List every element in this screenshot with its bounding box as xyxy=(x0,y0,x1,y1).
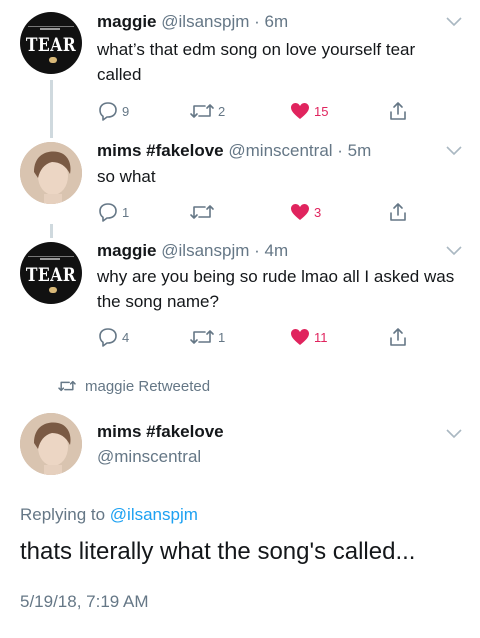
heart-icon xyxy=(291,204,309,220)
retweet-banner[interactable]: maggie Retweeted xyxy=(57,376,210,396)
retweet-count: 2 xyxy=(218,103,226,119)
timestamp[interactable]: 5/19/18, 7:19 AM xyxy=(20,592,149,612)
main-tweet-handle[interactable]: @minscentral xyxy=(97,446,201,468)
retweet-icon xyxy=(58,380,76,392)
replying-to: Replying to @ilsanspjm xyxy=(20,505,198,525)
handle[interactable]: @minscentral xyxy=(228,141,332,160)
like-button[interactable]: 15 xyxy=(289,100,328,122)
display-name[interactable]: maggie xyxy=(97,12,157,31)
reply-button[interactable]: 4 xyxy=(97,326,129,348)
thread-line xyxy=(50,224,53,238)
share-button[interactable] xyxy=(387,201,409,223)
retweet-button[interactable] xyxy=(189,201,218,223)
separator: · xyxy=(332,141,348,160)
display-name[interactable]: mims #fakelove xyxy=(97,422,224,441)
avatar[interactable]: TEAR xyxy=(20,242,82,304)
tweet-actions: 1 3 xyxy=(97,201,427,225)
share-button[interactable] xyxy=(387,100,409,122)
heart-icon xyxy=(291,103,309,119)
tweet-header: maggie @ilsanspjm · 4m xyxy=(97,240,288,262)
share-icon xyxy=(390,328,406,346)
tweet-text: why are you being so rude lmao all I ask… xyxy=(97,267,455,311)
tweet-1[interactable]: TEAR maggie @ilsanspjm · 6m what’s that … xyxy=(0,0,480,138)
avatar-text: TEAR xyxy=(25,34,77,56)
tweet-actions: 9 2 15 xyxy=(97,100,427,124)
tweet-2[interactable]: mims #fakelove @minscentral · 5m so what… xyxy=(0,130,480,230)
avatar[interactable]: TEAR xyxy=(20,12,82,74)
heart-icon xyxy=(291,329,309,345)
handle[interactable]: @ilsanspjm xyxy=(161,12,249,31)
chevron-down-icon[interactable] xyxy=(446,17,462,27)
chevron-down-icon[interactable] xyxy=(446,429,462,439)
avatar[interactable] xyxy=(20,413,82,475)
avatar[interactable] xyxy=(20,142,82,204)
time[interactable]: 4m xyxy=(265,241,289,260)
main-tweet-name[interactable]: mims #fakelove xyxy=(97,421,224,443)
tweet-header: maggie @ilsanspjm · 6m xyxy=(97,11,288,33)
tweet-text: so what xyxy=(97,167,156,186)
reply-button[interactable]: 1 xyxy=(97,201,129,223)
avatar-pet-icon xyxy=(49,287,57,293)
display-name[interactable]: maggie xyxy=(97,241,157,260)
album-art-icon xyxy=(28,26,74,30)
chevron-down-icon[interactable] xyxy=(446,146,462,156)
avatar-pet-icon xyxy=(49,57,57,63)
retweet-count: 1 xyxy=(218,329,226,345)
time[interactable]: 5m xyxy=(348,141,372,160)
tweet-actions: 4 1 11 xyxy=(97,326,427,350)
like-count: 15 xyxy=(314,103,329,119)
reply-count: 4 xyxy=(122,329,130,345)
retweet-icon xyxy=(190,205,214,219)
retweet-icon xyxy=(190,104,214,118)
album-art-icon xyxy=(28,256,74,260)
reply-count: 9 xyxy=(122,103,130,119)
profile-photo-icon xyxy=(20,413,82,475)
like-button[interactable]: 3 xyxy=(289,201,321,223)
share-icon xyxy=(390,203,406,221)
retweet-button[interactable]: 2 xyxy=(189,100,225,122)
like-count: 3 xyxy=(314,204,322,220)
reply-button[interactable]: 9 xyxy=(97,100,129,122)
replying-to-label: Replying to xyxy=(20,505,110,524)
profile-photo-icon xyxy=(20,142,82,204)
retweet-button[interactable]: 1 xyxy=(189,326,225,348)
mention-link[interactable]: @ilsanspjm xyxy=(110,505,198,524)
handle[interactable]: @minscentral xyxy=(97,447,201,466)
separator: · xyxy=(249,241,265,260)
like-button[interactable]: 11 xyxy=(289,326,328,348)
reply-icon xyxy=(99,328,117,347)
reply-count: 1 xyxy=(122,204,130,220)
separator: · xyxy=(249,12,265,31)
tweet-3[interactable]: TEAR maggie @ilsanspjm · 4m why are you … xyxy=(0,224,480,365)
handle[interactable]: @ilsanspjm xyxy=(161,241,249,260)
like-count: 11 xyxy=(314,329,328,345)
tweet-text: what’s that edm song on love yourself te… xyxy=(97,40,416,84)
reply-icon xyxy=(99,102,117,121)
reply-icon xyxy=(99,203,117,222)
share-icon xyxy=(390,102,406,120)
retweet-banner-label: maggie Retweeted xyxy=(85,377,211,395)
chevron-down-icon[interactable] xyxy=(446,246,462,256)
display-name[interactable]: mims #fakelove xyxy=(97,141,224,160)
tweet-header: mims #fakelove @minscentral · 5m xyxy=(97,140,371,162)
retweet-icon xyxy=(190,330,214,344)
main-tweet-text: thats literally what the song's called..… xyxy=(20,538,416,565)
share-button[interactable] xyxy=(387,326,409,348)
time[interactable]: 6m xyxy=(265,12,289,31)
avatar-text: TEAR xyxy=(25,264,77,286)
